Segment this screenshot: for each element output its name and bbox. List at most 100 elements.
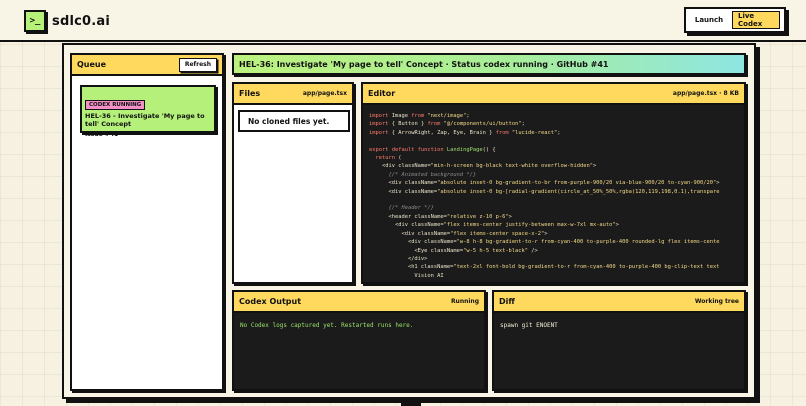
live-codex-button[interactable]: Live Codex (732, 11, 780, 29)
issue-banner: HEL-36: Investigate 'My page to tell' Co… (232, 53, 746, 75)
code-token: ( (394, 155, 402, 162)
status-badge: CODEX RUNNING (85, 100, 146, 110)
code-token: Vision AI (369, 272, 444, 279)
files-title: Files (239, 89, 261, 98)
queue-item-issue: Issue #41 (85, 130, 119, 138)
code-line: export default function LandingPage() { (369, 146, 744, 154)
codex-output-title: Codex Output (239, 297, 302, 306)
files-panel: Files app/page.tsx No cloned files yet. (232, 82, 354, 284)
code-line: <Eye className="w-5 h-5 text-black" /> (369, 247, 744, 255)
top-bar: >_ sdlc0.ai Launch Live Codex (0, 0, 806, 42)
codex-output-status: Running (450, 298, 479, 305)
code-token: > (615, 222, 619, 229)
editor-panel: Editor app/page.tsx · 8 KB import Image … (361, 82, 746, 284)
code-line: return ( (369, 154, 744, 162)
code-token: return (369, 155, 395, 162)
files-path: app/page.tsx (302, 90, 347, 97)
code-token: "flex items-center space-x-2" (450, 230, 545, 237)
terminal-icon: >_ (24, 10, 46, 32)
code-line: {/* Animated background */} (369, 171, 744, 179)
code-line: <div className="absolute inset-0 bg-[rad… (369, 188, 744, 196)
code-line: </div> (369, 255, 744, 263)
code-token: <div className= (369, 163, 431, 170)
editor-file-info: app/page.tsx · 8 KB (672, 90, 739, 97)
code-line: import Image from "next/image"; (369, 112, 744, 120)
diff-text: spawn git ENOENT (500, 322, 558, 329)
code-token: from (495, 129, 509, 136)
code-token: <div className= (369, 222, 444, 229)
code-token: > (592, 163, 597, 170)
code-token: from (411, 113, 425, 119)
code-token: ; (466, 113, 470, 119)
code-token: import (369, 121, 389, 128)
code-token: () { (482, 146, 496, 153)
code-token: {/* Animated background */} (369, 171, 477, 178)
code-line: <div className="w-8 h-8 bg-gradient-to-r… (369, 238, 744, 246)
queue-item-title: HEL-36 - Investigate 'My page to tell' C… (85, 112, 205, 128)
code-token: <div className= (369, 188, 438, 195)
code-token: "@/components/ui/button" (440, 121, 522, 128)
code-token: <h1 className= (369, 264, 454, 271)
code-token: "flex items-center justify-between max-w… (443, 222, 616, 229)
code-token: <div className= (369, 230, 451, 237)
code-token: > (716, 180, 720, 187)
code-line: <div className="min-h-screen bg-black te… (369, 162, 744, 170)
queue-item[interactable]: CODEX RUNNING HEL-36 - Investigate 'My p… (80, 85, 216, 138)
code-token: export default function (369, 146, 444, 153)
diff-title: Diff (499, 297, 515, 306)
code-token: "next/image" (424, 113, 467, 119)
codex-output-header: Codex Output Running (234, 292, 484, 313)
diff-header: Diff Working tree (494, 292, 744, 313)
code-token: import (369, 129, 389, 136)
editor-title: Editor (368, 89, 396, 98)
code-line: Vision AI (369, 272, 744, 280)
diff-scope: Working tree (694, 298, 739, 305)
refresh-button[interactable]: Refresh (178, 57, 217, 72)
code-token: "lucide-react" (508, 129, 558, 136)
code-token: <div className= (369, 180, 438, 187)
top-actions: Launch Live Codex (684, 7, 786, 33)
code-token: import (369, 113, 389, 119)
code-line: import { Button } from "@/components/ui/… (369, 120, 744, 128)
logo-text: sdlc0.ai (52, 13, 111, 29)
code-line: <div className="absolute inset-0 bg-grad… (369, 179, 744, 187)
code-token: "text-2xl font-bold bg-gradient-to-r fro… (453, 264, 720, 271)
codex-output-text: No Codex logs captured yet. Restarted ru… (240, 322, 414, 329)
code-token: ; (521, 121, 525, 128)
code-token: > (544, 230, 548, 237)
diff-panel: Diff Working tree spawn git ENOENT (492, 290, 746, 391)
code-token: LandingPage (443, 146, 483, 153)
queue-title: Queue (77, 60, 107, 69)
logo[interactable]: >_ sdlc0.ai (24, 9, 110, 33)
code-token: "w-8 h-8 bg-gradient-to-r from-cyan-400 … (456, 239, 720, 246)
code-token: {/* Header */} (369, 205, 434, 212)
code-line: {/* Header */} (369, 204, 744, 212)
code-token: { Button } (388, 121, 428, 128)
code-token: "absolute inset-0 bg-[radial-gradient(ci… (437, 188, 720, 195)
files-header: Files app/page.tsx (234, 84, 352, 105)
code-token: <Eye className= (369, 247, 464, 254)
code-token: > (508, 213, 512, 220)
queue-header: Queue Refresh (72, 55, 222, 76)
code-token: "absolute inset-0 bg-gradient-to-br from… (437, 180, 717, 187)
launch-button[interactable]: Launch (690, 11, 728, 29)
code-token: "w-5 h-5 text-black" (463, 247, 529, 254)
code-line: <h1 className="text-2xl font-bold bg-gra… (369, 263, 744, 271)
code-view[interactable]: import Image from "next/image"; import { … (369, 112, 744, 282)
code-token: </div> (369, 255, 428, 262)
code-token: "relative z-10 p-6" (446, 213, 509, 220)
code-line: ​ (369, 196, 744, 204)
code-line: import { ArrowRight, Zap, Eye, Brain } f… (369, 129, 744, 137)
code-line: <div className="flex items-center space-… (369, 230, 744, 238)
codex-output-panel: Codex Output Running No Codex logs captu… (232, 290, 486, 391)
code-line: ​ (369, 137, 744, 145)
code-token: /> (528, 247, 538, 254)
code-token: <header className= (369, 213, 447, 220)
code-line: <div className="flex items-center justif… (369, 221, 744, 229)
code-token: { ArrowRight, Zap, Eye, Brain } (388, 129, 496, 136)
editor-header: Editor app/page.tsx · 8 KB (363, 84, 744, 105)
code-token: from (427, 121, 441, 128)
bottom-handle[interactable] (401, 401, 421, 406)
files-empty-state: No cloned files yet. (238, 110, 350, 132)
code-token: Image (388, 113, 412, 119)
